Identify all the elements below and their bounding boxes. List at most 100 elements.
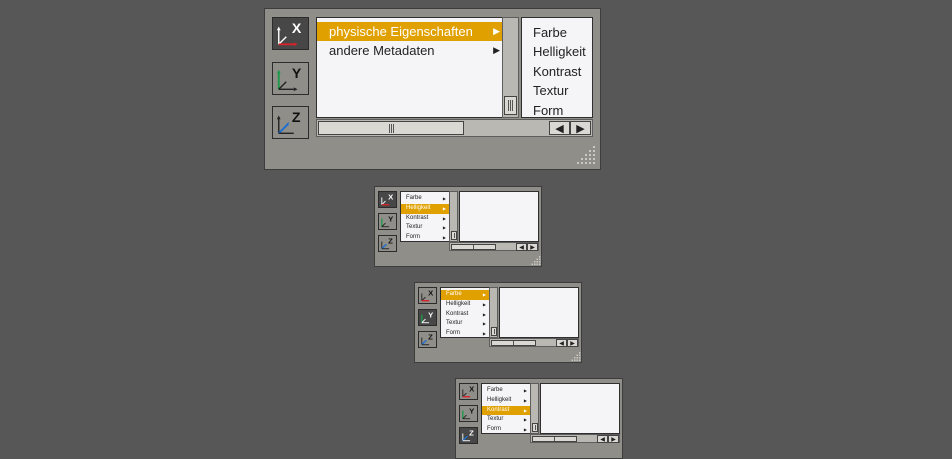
- list-item[interactable]: andere Metadaten ▶: [317, 41, 503, 60]
- scroll-left-button[interactable]: ◀: [556, 339, 567, 347]
- y-axis-button[interactable]: Y: [378, 213, 397, 230]
- list-item[interactable]: Kontrast ▶: [401, 214, 449, 224]
- list-item[interactable]: Form: [522, 101, 592, 117]
- horizontal-scroll-thumb[interactable]: [451, 244, 496, 250]
- vertical-scrollbar[interactable]: [489, 287, 498, 338]
- arrow-right-icon: ▶: [570, 340, 575, 347]
- y-axis-button[interactable]: Y: [272, 62, 309, 95]
- chevron-right-icon: ▶: [442, 215, 446, 221]
- vertical-scroll-thumb[interactable]: [491, 327, 497, 336]
- chevron-right-icon: ▶: [442, 196, 446, 201]
- chevron-right-icon: ▶: [523, 407, 527, 413]
- arrow-left-icon: ◀: [519, 244, 524, 251]
- list-item[interactable]: Helligkeit ▶: [401, 203, 449, 214]
- list-item[interactable]: Form ▶: [401, 233, 449, 241]
- z-axis-button[interactable]: Z: [418, 331, 437, 348]
- list-item[interactable]: Farbe ▶: [482, 386, 530, 396]
- chevron-right-icon: ▶: [482, 331, 486, 337]
- list-item[interactable]: Textur ▶: [482, 415, 530, 425]
- list-item[interactable]: Kontrast: [522, 62, 592, 81]
- y-axis-button[interactable]: Y: [459, 405, 478, 422]
- resize-grip-icon[interactable]: [575, 144, 597, 166]
- vertical-scroll-thumb[interactable]: [451, 231, 457, 240]
- x-axis-icon: X: [276, 20, 302, 47]
- list-item[interactable]: Kontrast ▶: [441, 310, 489, 320]
- list-item[interactable]: physische Eigenschaften ▶: [317, 22, 503, 41]
- list-item[interactable]: Textur: [522, 81, 592, 100]
- chevron-right-icon: ▶: [482, 321, 486, 327]
- z-axis-button[interactable]: Z: [459, 427, 478, 444]
- z-axis-label: Z: [388, 237, 393, 246]
- scroll-right-button[interactable]: ▶: [567, 339, 578, 347]
- x-axis-label: X: [469, 385, 475, 394]
- z-axis-button[interactable]: Z: [272, 106, 309, 139]
- chevron-right-icon: ▶: [482, 292, 486, 297]
- y-axis-label: Y: [292, 65, 302, 81]
- chevron-right-icon: ▶: [442, 205, 446, 211]
- z-axis-label: Z: [469, 429, 474, 438]
- arrow-left-icon: ◀: [600, 436, 605, 443]
- small-panel: X Y Z Farbe ▶ Helligkeit ▶ Kontrast ▶ Textu…: [414, 282, 582, 363]
- vertical-scrollbar[interactable]: [502, 17, 519, 118]
- scroll-right-button[interactable]: ▶: [570, 121, 591, 135]
- z-axis-label: Z: [428, 333, 433, 342]
- x-axis-button[interactable]: X: [418, 287, 437, 304]
- vertical-scrollbar[interactable]: [449, 191, 458, 242]
- horizontal-scroll-thumb[interactable]: [532, 436, 577, 442]
- x-axis-button[interactable]: X: [459, 383, 478, 400]
- list-item[interactable]: Form ▶: [441, 329, 489, 337]
- vertical-scrollbar[interactable]: [530, 383, 539, 434]
- y-axis-button[interactable]: Y: [418, 309, 437, 326]
- attribute-list: Farbe Helligkeit Kontrast Textur Form: [521, 17, 593, 118]
- x-axis-icon: X: [462, 385, 475, 398]
- arrow-right-icon: ▶: [576, 122, 585, 135]
- horizontal-scroll-thumb[interactable]: [318, 121, 464, 135]
- z-axis-icon: Z: [421, 333, 433, 346]
- z-axis-button[interactable]: Z: [378, 235, 397, 252]
- horizontal-scrollbar[interactable]: ◀ ▶: [530, 434, 620, 443]
- list-item[interactable]: Textur ▶: [441, 319, 489, 329]
- category-list: physische Eigenschaften ▶ andere Metadat…: [316, 17, 504, 118]
- x-axis-icon: X: [421, 289, 434, 302]
- resize-grip-icon[interactable]: [530, 255, 541, 266]
- small-panel: X Y Z Farbe ▶ Helligkeit ▶ Kontrast ▶ Textu…: [455, 378, 623, 459]
- scroll-left-button[interactable]: ◀: [597, 435, 608, 443]
- list-item[interactable]: Textur ▶: [401, 223, 449, 233]
- vertical-scroll-thumb[interactable]: [532, 423, 538, 432]
- vertical-scroll-thumb[interactable]: [504, 96, 517, 115]
- horizontal-scroll-thumb[interactable]: [491, 340, 536, 346]
- x-axis-button[interactable]: X: [378, 191, 397, 208]
- scroll-right-button[interactable]: ▶: [527, 243, 538, 251]
- scroll-left-button[interactable]: ◀: [516, 243, 527, 251]
- list-item[interactable]: Helligkeit ▶: [482, 396, 530, 406]
- x-axis-button[interactable]: X: [272, 17, 309, 50]
- x-axis-label: X: [388, 193, 394, 202]
- list-item[interactable]: Farbe ▶: [441, 290, 489, 300]
- horizontal-scrollbar[interactable]: ◀ ▶: [449, 242, 539, 251]
- arrow-right-icon: ▶: [611, 436, 616, 443]
- list-item[interactable]: Helligkeit: [522, 42, 592, 61]
- attribute-list: Farbe ▶ Helligkeit ▶ Kontrast ▶ Textur ▶ For…: [440, 287, 490, 338]
- y-axis-label: Y: [428, 311, 434, 320]
- horizontal-scrollbar[interactable]: ◀ ▶: [489, 338, 579, 347]
- z-axis-icon: Z: [276, 109, 301, 135]
- chevron-right-icon: ▶: [523, 427, 527, 433]
- chevron-right-icon: ▶: [523, 397, 527, 403]
- list-item[interactable]: Farbe: [522, 23, 592, 42]
- attribute-list: Farbe ▶ Helligkeit ▶ Kontrast ▶ Textur ▶ For…: [400, 191, 450, 242]
- list-item[interactable]: Farbe ▶: [401, 194, 449, 204]
- scroll-right-button[interactable]: ▶: [608, 435, 619, 443]
- list-item[interactable]: Kontrast ▶: [482, 405, 530, 416]
- chevron-right-icon: ▶: [523, 417, 527, 423]
- value-list: [499, 287, 579, 338]
- arrow-left-icon: ◀: [555, 122, 564, 135]
- chevron-right-icon: ▶: [493, 45, 500, 55]
- arrow-left-icon: ◀: [559, 340, 564, 347]
- resize-grip-icon[interactable]: [570, 351, 581, 362]
- z-axis-icon: Z: [381, 237, 393, 250]
- list-item[interactable]: Helligkeit ▶: [441, 300, 489, 310]
- list-item[interactable]: Form ▶: [482, 425, 530, 433]
- horizontal-scrollbar[interactable]: ◀ ▶: [316, 119, 593, 137]
- y-axis-icon: Y: [421, 311, 434, 324]
- scroll-left-button[interactable]: ◀: [549, 121, 570, 135]
